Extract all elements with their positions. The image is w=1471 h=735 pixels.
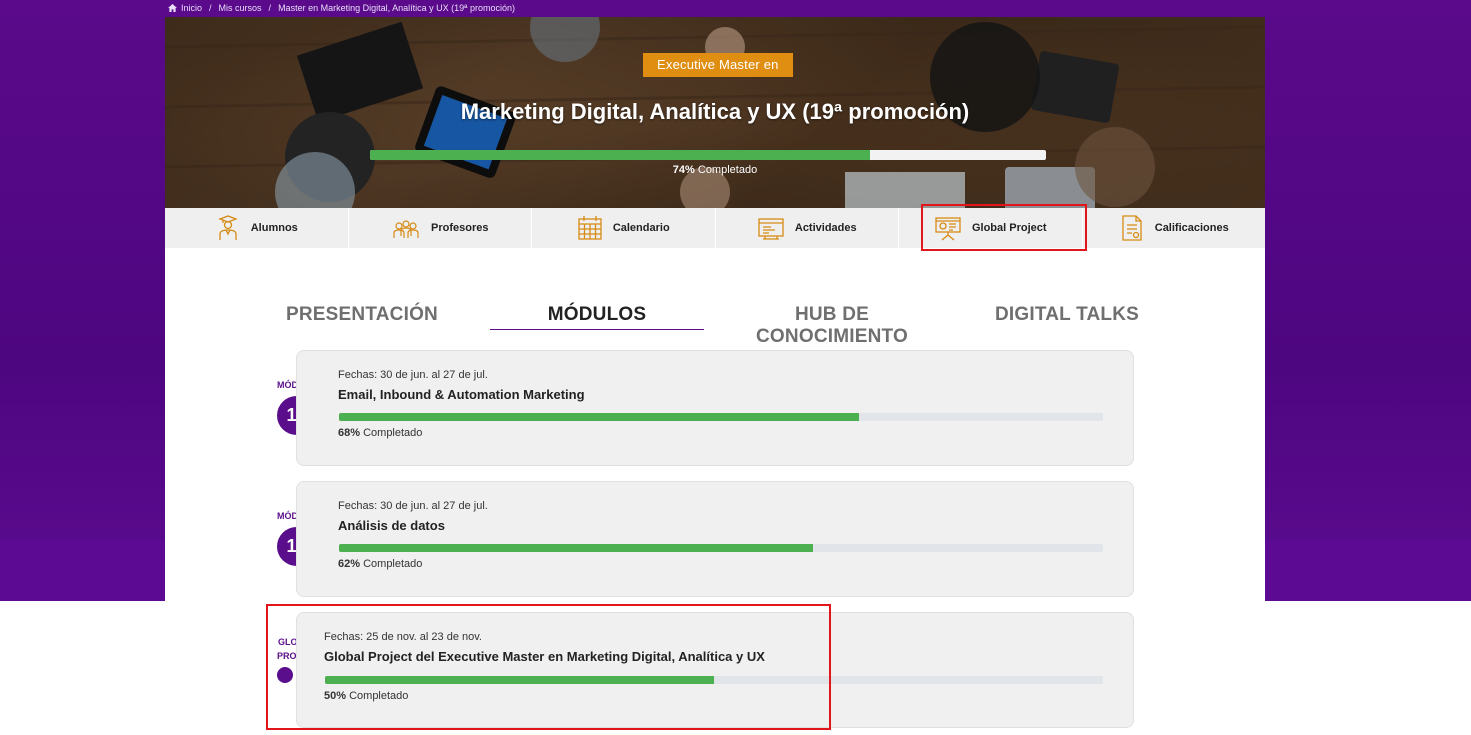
module-progress-fill [339,413,859,421]
highlight-global-project-card [266,604,831,730]
module-progress-bar [339,413,1103,421]
breadcrumb-current: Master en Marketing Digital, Analítica y… [278,3,515,13]
course-progress-text: 74% Completado [165,164,1265,176]
course-progress-bar [370,150,1046,160]
toolbar-label: Calendario [612,222,670,234]
student-icon [217,215,238,240]
toolbar-item-calificaciones[interactable]: Calificaciones [1083,208,1266,248]
home-icon [168,4,177,12]
module-progress-value: 62% [338,558,361,570]
module-progress-label: Completado [363,558,423,570]
toolbar-item-actividades[interactable]: Actividades [716,208,899,248]
tab-modulos[interactable]: MÓDULOS [490,304,704,326]
toolbar-item-alumnos[interactable]: Alumnos [165,208,349,248]
active-tab-indicator [490,329,704,330]
toolbar-label: Alumnos [250,222,298,234]
toolbar-label: Actividades [794,222,857,234]
program-badge: Executive Master en [643,53,793,77]
tab-hub-de-conocimiento[interactable]: HUB DE CONOCIMIENTO [729,304,935,348]
course-progress-label: Completado [697,164,758,176]
module-progress-fill [339,544,813,552]
highlight-global-project-toolbar [921,204,1087,251]
toolbar-item-calendario[interactable]: Calendario [532,208,716,248]
toolbar-label: Calificaciones [1154,222,1229,234]
toolbar-label: Profesores [431,222,489,234]
module-progress-value: 68% [338,427,361,439]
module-card-16[interactable]: Fechas: 30 de jun. al 27 de jul. Análisi… [296,481,1134,597]
course-toolbar: Alumnos Profesores Calendario Actividade… [165,208,1265,248]
teachers-icon [393,220,419,238]
breadcrumb-separator: / [268,3,272,13]
activities-icon [758,218,784,240]
course-progress-value: 74% [672,164,695,176]
tab-presentacion[interactable]: PRESENTACIÓN [275,304,449,326]
module-progress-label: Completado [363,427,423,439]
module-card-15[interactable]: Fechas: 30 de jun. al 27 de jul. Email, … [296,350,1134,466]
tab-digital-talks[interactable]: DIGITAL TALKS [987,304,1147,326]
grades-icon [1122,215,1142,241]
module-progress-bar [339,544,1103,552]
course-hero: Executive Master en Marketing Digital, A… [165,17,1265,208]
breadcrumb-separator: / [209,3,212,13]
module-progress-text: 62% Completado [338,558,422,570]
module-title: Análisis de datos [338,518,445,533]
module-dates: Fechas: 30 de jun. al 27 de jul. [338,500,488,512]
calendar-icon [578,216,602,240]
breadcrumb: Inicio / Mis cursos / Master en Marketin… [168,3,515,13]
course-title: Marketing Digital, Analítica y UX (19ª p… [460,99,970,124]
breadcrumb-home-link[interactable]: Inicio [181,3,202,13]
toolbar-item-profesores[interactable]: Profesores [349,208,532,248]
breadcrumb-courses-link[interactable]: Mis cursos [219,3,262,13]
course-progress-fill [370,150,871,160]
course-tabs: PRESENTACIÓN MÓDULOS HUB DE CONOCIMIENTO… [165,298,1265,347]
module-progress-text: 68% Completado [338,427,422,439]
module-title: Email, Inbound & Automation Marketing [338,387,585,402]
module-dates: Fechas: 30 de jun. al 27 de jul. [338,369,488,381]
